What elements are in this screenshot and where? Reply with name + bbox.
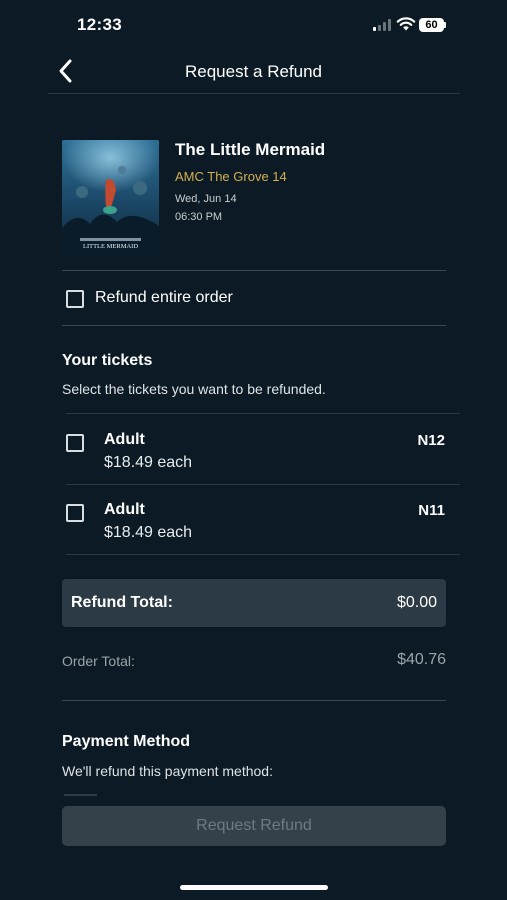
- tickets-divider-bottom: [66, 554, 460, 555]
- ticket-price: $18.49 each: [104, 454, 193, 471]
- battery-icon: 60: [419, 18, 444, 32]
- ticket-type: Adult: [104, 501, 145, 518]
- refund-total-value: $0.00: [396, 594, 437, 611]
- refund-entire-label[interactable]: Refund entire order: [95, 289, 233, 307]
- order-total-label: Order Total:: [62, 653, 135, 669]
- show-time: 06:30 PM: [175, 211, 223, 223]
- header-divider: [48, 93, 460, 94]
- home-indicator: [180, 885, 328, 890]
- payment-method-divider: [64, 794, 97, 796]
- cellular-signal-icon: [373, 19, 393, 31]
- ticket-type: Adult: [104, 431, 145, 448]
- movie-divider: [62, 270, 446, 271]
- poster-title-text: LITTLE MERMAID: [83, 243, 138, 250]
- request-refund-button[interactable]: Request Refund: [62, 806, 446, 846]
- show-date: Wed, Jun 14: [175, 193, 237, 205]
- refund-total-label: Refund Total:: [71, 594, 173, 611]
- battery-tip: [444, 22, 446, 28]
- refund-entire-divider: [62, 325, 446, 326]
- order-total-value: $40.76: [397, 651, 446, 668]
- ticket-seat: N11: [418, 502, 445, 519]
- theater-name: AMC The Grove 14: [175, 169, 287, 184]
- ticket-checkbox-n12[interactable]: [66, 434, 84, 452]
- payment-method-title: Payment Method: [62, 733, 191, 750]
- tickets-section-subtitle: Select the tickets you want to be refund…: [62, 381, 326, 397]
- movie-poster: LITTLE MERMAID: [62, 140, 159, 258]
- wifi-icon: [396, 17, 416, 31]
- totals-divider: [62, 700, 446, 701]
- refund-total-box: Refund Total: $0.00: [62, 579, 446, 627]
- page-title: Request a Refund: [184, 62, 323, 81]
- tickets-section-title: Your tickets: [62, 352, 153, 369]
- tickets-divider-top: [66, 413, 460, 414]
- status-time: 12:33: [77, 15, 122, 34]
- refund-entire-checkbox[interactable]: [66, 290, 84, 308]
- tickets-divider-mid: [66, 484, 460, 485]
- ticket-checkbox-n11[interactable]: [66, 504, 84, 522]
- ticket-price: $18.49 each: [104, 524, 193, 541]
- payment-method-subtitle: We'll refund this payment method:: [62, 763, 273, 779]
- ticket-seat: N12: [417, 432, 445, 449]
- movie-title: The Little Mermaid: [175, 140, 326, 159]
